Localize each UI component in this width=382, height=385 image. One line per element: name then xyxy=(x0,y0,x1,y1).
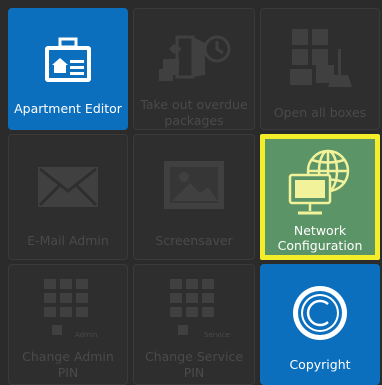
menu-grid: Apartment Editor Take out overdue packag… xyxy=(0,0,382,385)
email-admin-tile[interactable]: E-Mail Admin xyxy=(8,134,128,260)
email-admin-label: E-Mail Admin xyxy=(27,233,109,248)
globe-computer-icon xyxy=(265,147,375,219)
copyright-label: Copyright xyxy=(289,357,351,372)
apartment-editor-tile[interactable]: Apartment Editor xyxy=(8,8,128,130)
change-service-pin-tile[interactable]: Service Change Service PIN xyxy=(133,264,255,385)
change-service-pin-label: Change Service PIN xyxy=(144,349,244,380)
change-admin-pin-tile[interactable]: Admin Change Admin PIN xyxy=(8,264,128,385)
envelope-icon xyxy=(9,165,127,209)
take-out-overdue-packages-label: Take out overdue packages xyxy=(140,97,248,128)
apartment-editor-label: Apartment Editor xyxy=(14,101,122,116)
take-out-overdue-packages-tile[interactable]: Take out overdue packages xyxy=(133,8,255,130)
copyright-icon xyxy=(261,283,379,343)
change-admin-pin-label: Change Admin PIN xyxy=(22,349,114,380)
open-all-boxes-label: Open all boxes xyxy=(273,105,367,120)
screensaver-tile[interactable]: Screensaver xyxy=(133,134,255,260)
network-configuration-label: Network Configuration xyxy=(277,223,363,253)
boxes-broom-icon xyxy=(261,23,379,89)
open-all-boxes-tile[interactable]: Open all boxes xyxy=(260,8,380,130)
id-card-home-icon xyxy=(9,37,127,85)
image-icon xyxy=(134,159,254,211)
copyright-tile[interactable]: Copyright xyxy=(260,264,380,385)
admin-badge: Admin xyxy=(75,331,98,339)
packages-door-icon xyxy=(134,29,254,85)
keypad-icon xyxy=(134,277,254,341)
keypad-icon xyxy=(9,277,127,341)
service-badge: Service xyxy=(204,331,230,339)
screensaver-label: Screensaver xyxy=(155,233,233,248)
network-configuration-tile[interactable]: Network Configuration xyxy=(260,134,380,260)
